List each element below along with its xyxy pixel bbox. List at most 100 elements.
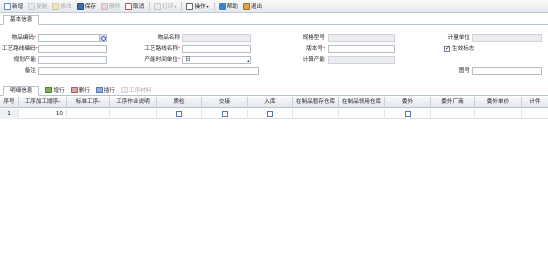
main-toolbar: 新增 复制 修改 保存 删除 取消 打印 ▾ 操作 ▾ 帮助 退出	[0, 0, 548, 13]
exit-icon	[242, 2, 250, 10]
item-name-field	[182, 34, 251, 42]
col-header-vendor[interactable]: 委外厂商	[431, 97, 475, 108]
chevron-down-icon: ▾	[206, 3, 209, 9]
cell-handover	[202, 109, 248, 119]
cycle-unit-value: 日	[185, 57, 191, 63]
col-header-no[interactable]: 序号	[0, 97, 19, 108]
cycle-unit-label: 产能时间单位	[140, 56, 180, 64]
version-field[interactable]	[328, 45, 395, 53]
cancel-label: 取消	[133, 4, 145, 10]
cell-qc	[157, 109, 202, 119]
item-code-field[interactable]	[38, 34, 107, 42]
delete-label: 删除	[108, 4, 121, 10]
qc-checkbox[interactable]	[176, 111, 182, 117]
col-header-piece[interactable]: 计件	[522, 97, 548, 108]
cell-outsource	[385, 109, 431, 119]
outsource-checkbox[interactable]	[405, 111, 411, 117]
col-header-wip-issue[interactable]: 在制品领用仓库	[339, 97, 385, 108]
drawing-no-field[interactable]	[472, 67, 542, 75]
exit-label: 退出	[250, 4, 263, 10]
toolbar-separator	[181, 1, 183, 11]
col-header-stockin[interactable]: 入库	[248, 97, 293, 108]
operate-button[interactable]: 操作 ▾	[184, 1, 210, 12]
add-row-button[interactable]: 增行	[45, 86, 65, 94]
help-label: 帮助	[226, 4, 238, 10]
col-header-std[interactable]: 标准工序	[67, 97, 110, 108]
save-icon	[76, 2, 84, 10]
cycle-unit-select[interactable]: 日	[182, 56, 251, 64]
lookup-icon[interactable]	[99, 35, 106, 41]
effective-checkbox[interactable]	[444, 45, 450, 52]
handover-checkbox[interactable]	[222, 111, 228, 117]
copy-icon	[28, 2, 36, 10]
cell-piece[interactable]	[522, 109, 548, 119]
new-button[interactable]: 新增	[2, 1, 25, 12]
print-button[interactable]: 打印 ▾	[152, 1, 178, 12]
cell-wip-store[interactable]	[293, 109, 339, 119]
item-name-label: 物品名称	[157, 35, 180, 41]
gear-icon	[186, 2, 194, 10]
add-row-label: 增行	[53, 88, 65, 94]
calc-output-field	[328, 56, 395, 64]
process-material-label: 工序材料	[129, 88, 152, 94]
exit-button[interactable]: 退出	[241, 1, 264, 12]
unit-label: 计量单位	[447, 35, 470, 41]
col-header-price[interactable]: 委外单价	[475, 97, 522, 108]
route-code-label: 工艺路线编码	[2, 45, 36, 53]
save-label: 保存	[84, 4, 96, 10]
delete-row-icon	[70, 87, 78, 93]
unit-field	[472, 34, 542, 42]
route-name-label: 工艺路线名称	[140, 45, 180, 53]
col-header-qc[interactable]: 质检	[157, 97, 202, 108]
save-button[interactable]: 保存	[75, 1, 98, 12]
cell-desc[interactable]	[110, 109, 157, 119]
spec-label: 规格型号	[302, 35, 325, 41]
route-code-field[interactable]	[38, 45, 107, 53]
copy-button[interactable]: 复制	[26, 1, 49, 12]
cell-stockin	[248, 109, 293, 119]
toolbar-separator	[149, 1, 151, 11]
basic-tab-bar: 基本信息	[0, 14, 548, 25]
stockin-checkbox[interactable]	[267, 111, 273, 117]
help-icon	[218, 2, 226, 10]
table-row[interactable]: 1 10	[0, 109, 548, 119]
new-label: 新增	[12, 4, 24, 10]
col-header-desc[interactable]: 工序作业说明	[110, 97, 157, 108]
detail-tab-bar: 明细信息 增行 删行 插行 工序材料	[0, 85, 548, 96]
planned-output-label: 规划产能	[13, 57, 36, 63]
edit-label: 修改	[60, 4, 72, 10]
cell-seq[interactable]: 10	[19, 109, 67, 119]
tab-basic-info[interactable]: 基本信息	[3, 15, 40, 25]
cancel-button[interactable]: 取消	[123, 1, 146, 12]
insert-row-button[interactable]: 插行	[95, 86, 115, 94]
print-icon	[154, 2, 162, 10]
drawing-no-label: 图号	[458, 68, 470, 74]
delete-row-button[interactable]: 删行	[70, 86, 90, 94]
tab-detail-info[interactable]: 明细信息	[3, 85, 40, 96]
col-header-seq[interactable]: 工序加工顺序	[19, 97, 67, 108]
col-header-handover[interactable]: 交接	[202, 97, 248, 108]
process-material-button[interactable]: 工序材料	[121, 86, 151, 94]
remark-field[interactable]	[38, 67, 259, 75]
version-label: 版本号	[285, 45, 325, 53]
cell-std[interactable]	[67, 109, 110, 119]
copy-label: 复制	[36, 4, 48, 10]
delete-button[interactable]: 删除	[99, 1, 122, 12]
help-button[interactable]: 帮助	[217, 1, 240, 12]
col-header-wip-store[interactable]: 在制品暂存仓库	[293, 97, 339, 108]
dropdown-triangle-icon	[247, 60, 249, 62]
remark-label: 备注	[24, 68, 36, 74]
add-row-icon	[45, 87, 53, 93]
operate-label: 操作	[194, 4, 206, 10]
cell-vendor[interactable]	[431, 109, 475, 119]
new-icon	[4, 2, 11, 10]
cell-wip-issue[interactable]	[339, 109, 385, 119]
planned-output-field[interactable]	[38, 56, 107, 64]
edit-icon	[52, 2, 60, 10]
route-name-field[interactable]	[182, 45, 251, 53]
edit-button[interactable]: 修改	[50, 1, 73, 12]
grid-header: 序号 工序加工顺序 标准工序 工序作业说明 质检 交接 入库 在制品暂存仓库 在…	[0, 97, 548, 108]
col-header-outsource[interactable]: 委外	[385, 97, 431, 108]
cell-price[interactable]	[475, 109, 522, 119]
material-icon	[121, 87, 128, 93]
